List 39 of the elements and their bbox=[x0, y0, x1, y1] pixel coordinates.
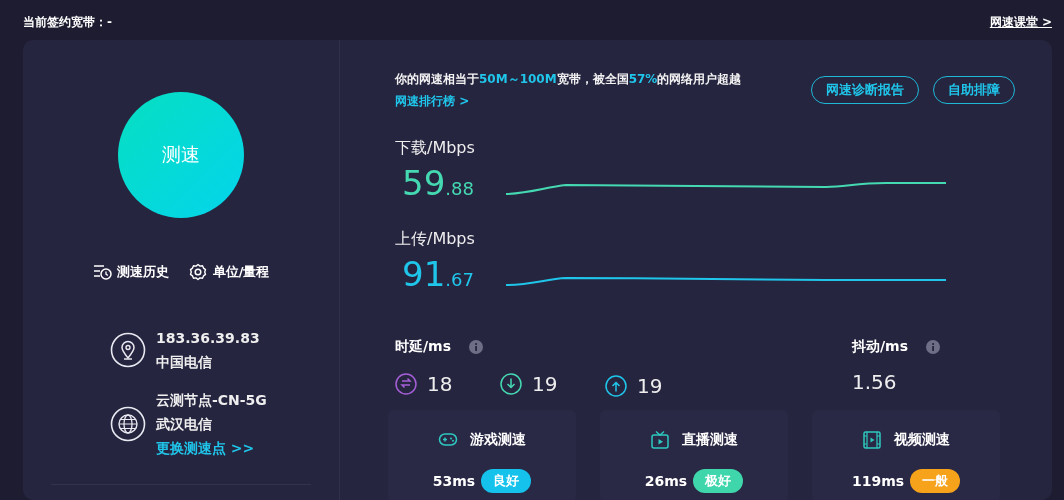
tool-link[interactable]: 单位/量程 bbox=[188, 263, 270, 281]
jitter-value: 1.56 bbox=[852, 370, 898, 394]
location-pin-icon bbox=[110, 332, 146, 368]
tool-link[interactable]: 测速历史 bbox=[92, 263, 169, 281]
isp-name: 中国电信 bbox=[156, 353, 213, 372]
speed-value: 59.88 bbox=[401, 166, 475, 205]
scene-latency: 26ms bbox=[644, 473, 688, 489]
ip-address: 183.36.39.83 bbox=[156, 329, 260, 348]
rating-badge: 极好 bbox=[693, 469, 744, 493]
latency-label: 时延/ms bbox=[395, 338, 452, 356]
contract-bandwidth-label: 当前签约宽带：- bbox=[23, 13, 112, 31]
latency-value: 19 bbox=[532, 372, 558, 396]
rating-badge: 良好 bbox=[481, 469, 532, 493]
globe-icon bbox=[110, 406, 146, 442]
scene-latency: 53ms bbox=[432, 473, 476, 489]
scene-title: 视频测速 bbox=[894, 431, 950, 449]
info-icon bbox=[926, 340, 941, 354]
scene-latency: 119ms bbox=[851, 473, 905, 489]
speed-label: 下载/Mbps bbox=[395, 138, 476, 158]
settings-icon bbox=[188, 263, 208, 281]
history-icon bbox=[92, 263, 112, 281]
ranking-link[interactable]: 网速排行榜 > bbox=[395, 94, 470, 108]
scene-title: 直播测速 bbox=[682, 431, 738, 449]
speed-value: 91.67 bbox=[401, 257, 475, 296]
latency-value: 18 bbox=[427, 372, 453, 396]
change-server-link[interactable]: 更换测速点 >> bbox=[156, 436, 267, 460]
tv-icon bbox=[650, 430, 670, 450]
swap-arrows-icon bbox=[395, 373, 417, 395]
ranking-summary: 你的网速相当于50M～100M宽带，被全国57%的网络用户超越 bbox=[395, 71, 742, 88]
scene-title: 游戏测速 bbox=[470, 431, 526, 449]
server-name: 云测节点-CN-5G bbox=[156, 391, 267, 410]
speed-label: 上传/Mbps bbox=[395, 229, 476, 249]
jitter-label: 抖动/ms bbox=[852, 338, 909, 356]
rating-badge: 一般 bbox=[910, 469, 961, 493]
server-isp: 武汉电信 bbox=[156, 415, 213, 434]
film-icon bbox=[862, 430, 882, 450]
latency-value: 19 bbox=[637, 374, 663, 398]
speed-course-link[interactable]: 网速课堂 > bbox=[989, 13, 1052, 31]
info-icon bbox=[469, 340, 484, 354]
